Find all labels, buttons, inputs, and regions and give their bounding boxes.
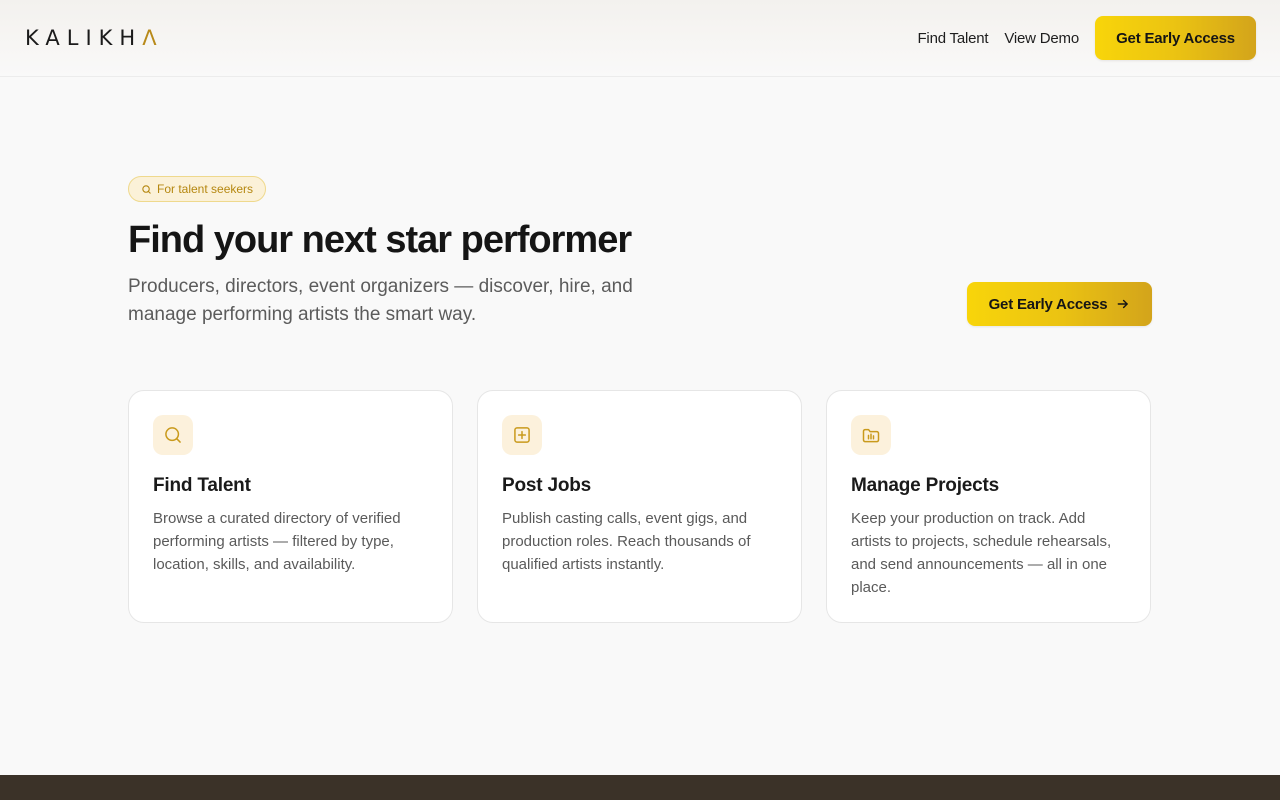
card-icon-container — [502, 415, 542, 455]
search-icon — [165, 427, 181, 443]
site-header: KALIKH Λ Find Talent View Demo Get Early … — [0, 0, 1280, 77]
card-icon-container — [153, 415, 193, 455]
card-title: Manage Projects — [851, 475, 999, 496]
hero-get-early-access-button[interactable]: Get Early Access — [967, 282, 1152, 326]
logo-accent: Λ — [142, 26, 164, 50]
header-get-early-access-button[interactable]: Get Early Access — [1095, 16, 1256, 60]
nav-link-view-demo[interactable]: View Demo — [1004, 30, 1079, 47]
card-icon-container — [851, 415, 891, 455]
card-body: Keep your production on track. Add artis… — [851, 510, 1112, 596]
badge-label: For talent seekers — [157, 182, 254, 196]
folder-icon — [862, 428, 880, 443]
nav-link-find-talent[interactable]: Find Talent — [917, 30, 988, 47]
hero-section: For talent seekers Find your next star p… — [128, 176, 1152, 329]
footer-band — [0, 775, 1280, 800]
audience-badge: For talent seekers — [128, 176, 267, 202]
card-title: Post Jobs — [502, 475, 591, 496]
plus-square-icon — [514, 427, 530, 443]
search-icon — [142, 184, 151, 194]
feature-card-post-jobs: Post Jobs Publish casting calls, event g… — [477, 390, 802, 623]
card-body: Browse a curated directory of verified p… — [153, 510, 401, 573]
logo-text: KALIKH — [25, 26, 143, 50]
feature-card-find-talent: Find Talent Browse a curated directory o… — [128, 390, 453, 623]
feature-card-manage-projects: Manage Projects Keep your production on … — [826, 390, 1151, 623]
hero-cta-label: Get Early Access — [988, 295, 1108, 313]
arrow-right-icon — [1118, 299, 1129, 309]
card-title: Find Talent — [153, 475, 251, 496]
card-body: Publish casting calls, event gigs, and p… — [502, 510, 751, 573]
hero-subtitle: Producers, directors, event organizers —… — [128, 276, 633, 325]
logo[interactable]: KALIKH Λ — [25, 26, 164, 50]
feature-cards: Find Talent Browse a curated directory o… — [128, 390, 1151, 623]
hero-title: Find your next star performer — [128, 219, 632, 261]
top-nav: Find Talent View Demo Get Early Access — [917, 16, 1256, 60]
